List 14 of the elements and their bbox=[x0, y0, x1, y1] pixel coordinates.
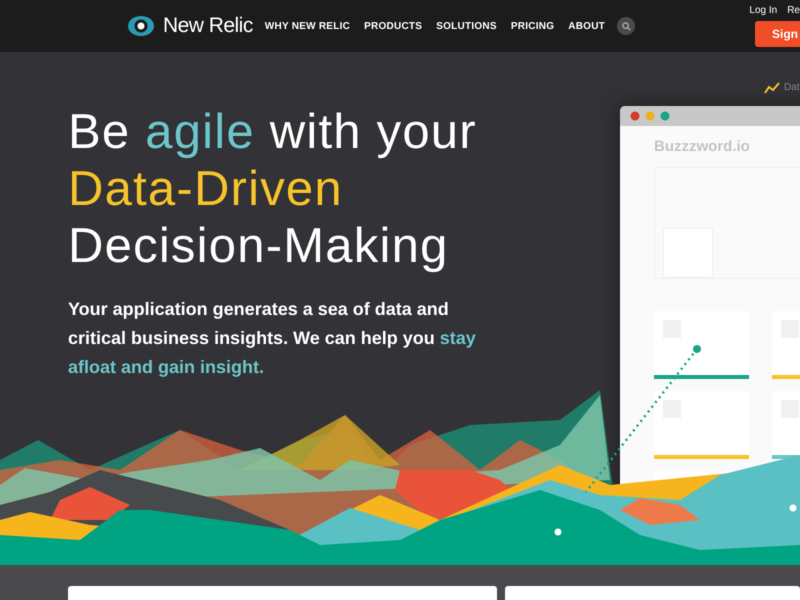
logo-text[interactable]: New Relic bbox=[163, 10, 253, 42]
nav-link[interactable]: WHY NEW RELIC bbox=[264, 18, 350, 34]
headline-line: Be agile with your bbox=[68, 104, 477, 161]
nav-link[interactable]: SOLUTIONS bbox=[436, 18, 497, 34]
legend-label: Dat bbox=[784, 81, 800, 95]
headline-line: Data-Driven bbox=[68, 161, 343, 218]
headline-line: Decision-Making bbox=[68, 218, 449, 275]
nav-link[interactable]: PRICING bbox=[510, 18, 554, 34]
nav-link[interactable]: ABOUT bbox=[568, 18, 606, 34]
top-link[interactable]: Re bbox=[787, 3, 800, 18]
nav-link[interactable]: PRODUCTS bbox=[364, 18, 422, 34]
signup-button[interactable]: Sign bbox=[755, 21, 800, 47]
top-link[interactable]: Log In bbox=[749, 3, 778, 18]
intro-paragraph: Your application generates a sea of data and critical business insights. We can help you stay afloat and gain insight. bbox=[68, 298, 477, 379]
